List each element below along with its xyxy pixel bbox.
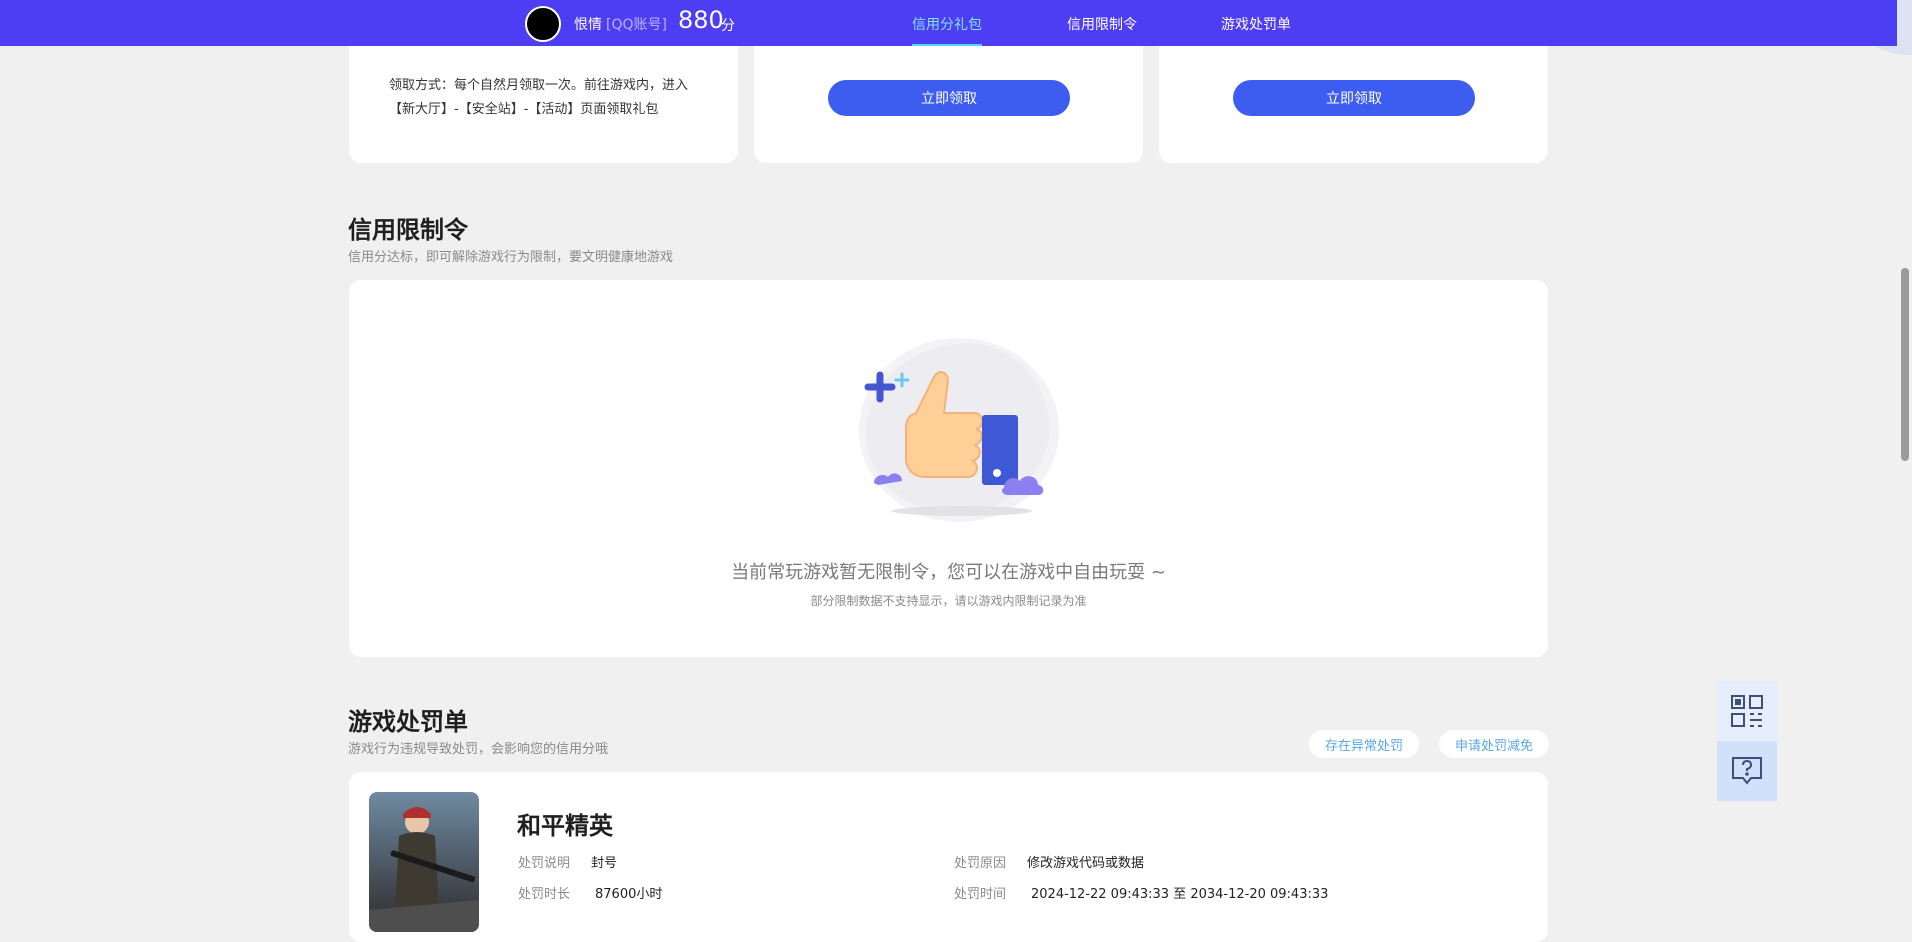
restriction-empty-title: 当前常玩游戏暂无限制令，您可以在游戏中自由玩耍 ~ — [731, 562, 1166, 583]
penalty-card: 和平精英 处罚说明 封号 处罚原因 修改游戏代码或数据 处罚时长 87600小时… — [349, 772, 1548, 942]
qrcode-button[interactable] — [1717, 681, 1777, 741]
penalty-time-value: 2024-12-22 09:43:33 至 2034-12-20 09:43:3… — [1031, 887, 1329, 902]
help-chat-button[interactable] — [1717, 741, 1777, 801]
penalty-reason-value: 修改游戏代码或数据 — [1027, 856, 1145, 871]
penalty-duration-value: 87600小时 — [595, 887, 663, 902]
penalty-reason-label: 处罚原因 — [954, 856, 1007, 871]
credit-score: 880 — [678, 6, 724, 34]
penalty-desc-label: 处罚说明 — [518, 856, 571, 871]
credit-score-unit: 分 — [721, 18, 735, 34]
game-cover-image — [369, 792, 479, 932]
avatar[interactable] — [525, 6, 561, 42]
penalty-time-label: 处罚时间 — [954, 887, 1007, 902]
scrollbar-thumb[interactable] — [1901, 268, 1909, 461]
apply-reduction-button[interactable]: 申请处罚减免 — [1439, 730, 1549, 758]
restriction-subtitle: 信用分达标，即可解除游戏行为限制，要文明健康地游戏 — [348, 250, 674, 265]
penalty-duration-label: 处罚时长 — [518, 887, 571, 902]
account-type: [QQ账号] — [606, 17, 667, 33]
restriction-card: 当前常玩游戏暂无限制令，您可以在游戏中自由玩耍 ~ 部分限制数据不支持显示，请以… — [349, 280, 1548, 657]
penalty-title: 游戏处罚单 — [348, 708, 468, 736]
top-nav-bar: 恨情 [QQ账号] 880 分 信用分礼包 信用限制令 游戏处罚单 — [0, 0, 1897, 46]
help-chat-icon — [1732, 757, 1762, 785]
user-nickname: 恨情 — [574, 17, 602, 33]
scrollbar-track[interactable] — [1897, 0, 1912, 922]
claim-button[interactable]: 立即领取 — [828, 80, 1070, 116]
game-name: 和平精英 — [517, 812, 613, 840]
tab-credit-gift[interactable]: 信用分礼包 — [912, 14, 982, 46]
abnormal-penalty-button[interactable]: 存在异常处罚 — [1309, 730, 1419, 758]
thumbs-up-illustration — [859, 338, 1059, 522]
penalty-subtitle: 游戏行为违规导致处罚，会影响您的信用分哦 — [348, 742, 609, 757]
gift-claim-desc: 领取方式：每个自然月领取一次。前往游戏内，进入【新大厅】-【安全站】-【活动】页… — [389, 78, 689, 117]
tab-game-penalty[interactable]: 游戏处罚单 — [1221, 14, 1291, 34]
penalty-desc-value: 封号 — [591, 856, 618, 871]
restriction-title: 信用限制令 — [348, 216, 468, 244]
claim-button[interactable]: 立即领取 — [1233, 80, 1475, 116]
restriction-empty-subtitle: 部分限制数据不支持显示，请以游戏内限制记录为准 — [810, 594, 1087, 608]
qrcode-icon — [1731, 695, 1763, 727]
tab-credit-restriction[interactable]: 信用限制令 — [1067, 14, 1137, 34]
